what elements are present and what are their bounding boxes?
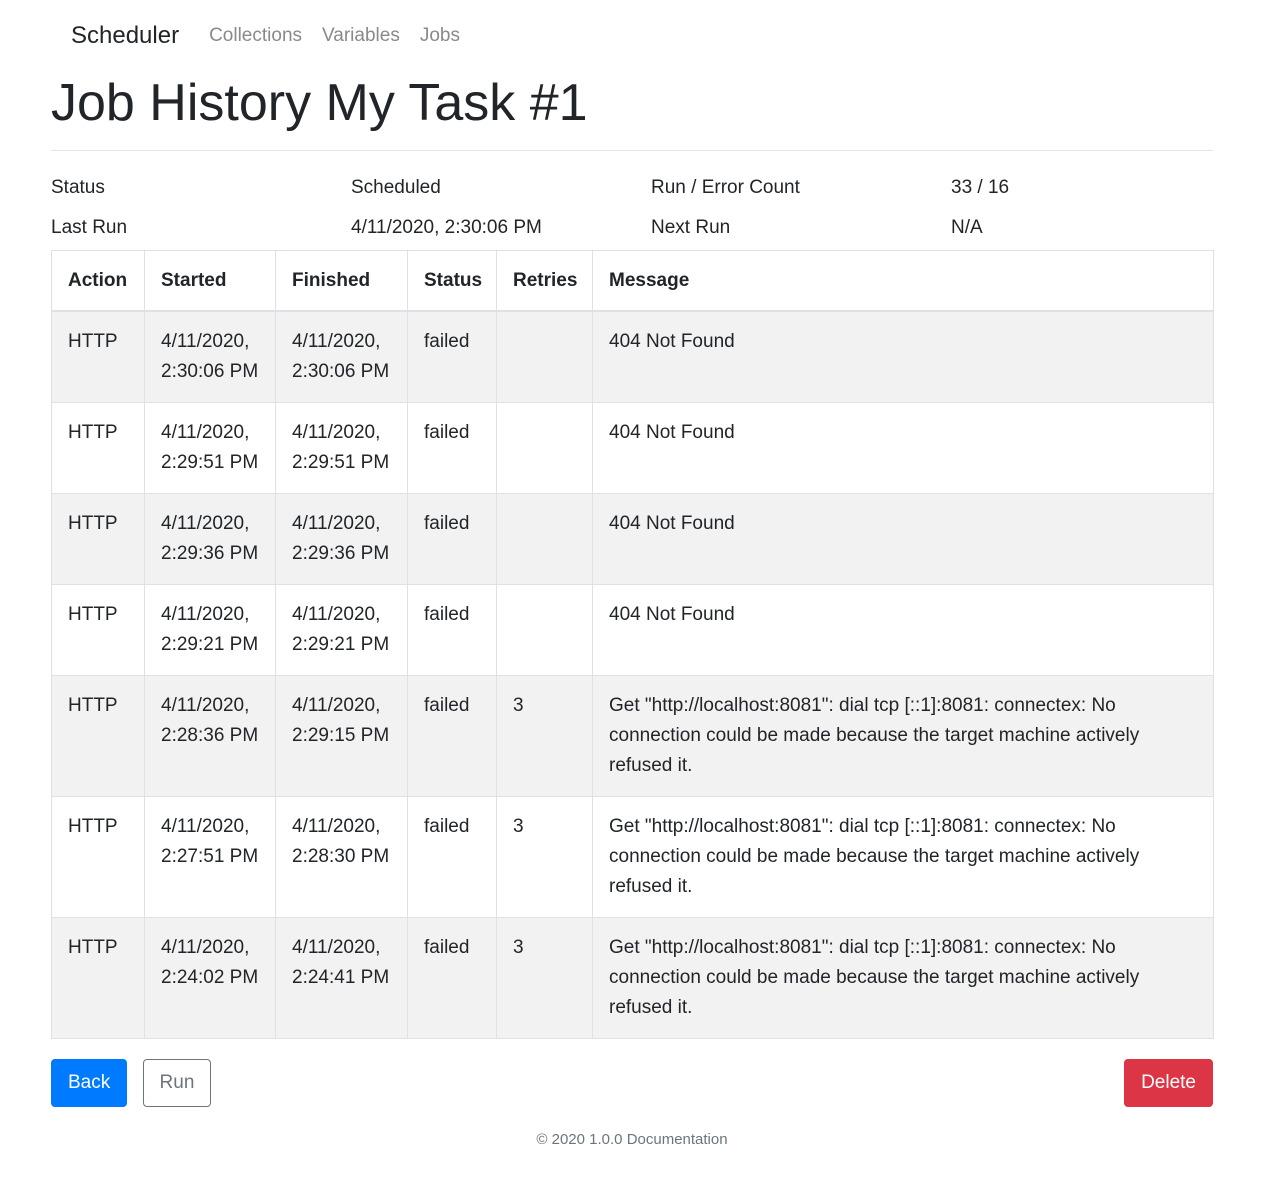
cell-message: Get "http://localhost:8081": dial tcp [:… — [592, 675, 1214, 797]
copyright-text: © 2020 1.0.0 — [536, 1131, 623, 1148]
table-row: HTTP 4/11/2020, 2:29:51 PM 4/11/2020, 2:… — [51, 402, 1214, 494]
cell-finished: 4/11/2020, 2:24:41 PM — [275, 917, 408, 1039]
run-button[interactable]: Run — [142, 1059, 212, 1107]
left-actions: Back Run — [51, 1059, 212, 1107]
cell-retries — [496, 493, 593, 585]
cell-message: 404 Not Found — [592, 493, 1214, 585]
footer: © 2020 1.0.0 Documentation — [51, 1131, 1213, 1148]
navbar: Scheduler Collections Variables Jobs — [51, 0, 1213, 72]
cell-started: 4/11/2020, 2:24:02 PM — [144, 917, 276, 1039]
cell-status: failed — [407, 493, 497, 585]
table-row: HTTP 4/11/2020, 2:27:51 PM 4/11/2020, 2:… — [51, 796, 1214, 918]
cell-retries — [496, 310, 593, 403]
page-title: Job History My Task #1 — [51, 74, 588, 132]
cell-finished: 4/11/2020, 2:29:51 PM — [275, 402, 408, 494]
documentation-link[interactable]: Documentation — [627, 1131, 728, 1148]
cell-action: HTTP — [51, 310, 145, 403]
column-header-status: Status — [407, 250, 497, 312]
status-value: Scheduled — [351, 177, 441, 198]
column-header-message: Message — [592, 250, 1214, 312]
cell-started: 4/11/2020, 2:29:51 PM — [144, 402, 276, 494]
cell-retries: 3 — [496, 917, 593, 1039]
run-error-count-value: 33 / 16 — [951, 177, 1010, 198]
back-button[interactable]: Back — [51, 1059, 128, 1107]
cell-started: 4/11/2020, 2:30:06 PM — [144, 310, 276, 403]
table-row: HTTP 4/11/2020, 2:24:02 PM 4/11/2020, 2:… — [51, 917, 1214, 1039]
cell-started: 4/11/2020, 2:29:36 PM — [144, 493, 276, 585]
cell-action: HTTP — [51, 675, 145, 797]
column-header-started: Started — [144, 250, 276, 312]
column-header-finished: Finished — [275, 250, 408, 312]
cell-finished: 4/11/2020, 2:30:06 PM — [275, 310, 408, 403]
cell-finished: 4/11/2020, 2:29:36 PM — [275, 493, 408, 585]
delete-button[interactable]: Delete — [1124, 1059, 1213, 1107]
table-header-row: Action Started Finished Status Retries M… — [51, 250, 1214, 312]
cell-retries: 3 — [496, 675, 593, 797]
cell-message: Get "http://localhost:8081": dial tcp [:… — [592, 917, 1214, 1039]
divider — [51, 150, 1213, 151]
cell-finished: 4/11/2020, 2:28:30 PM — [275, 796, 408, 918]
action-bar: Back Run Delete — [51, 1059, 1213, 1107]
table-row: HTTP 4/11/2020, 2:28:36 PM 4/11/2020, 2:… — [51, 675, 1214, 797]
cell-action: HTTP — [51, 796, 145, 918]
cell-retries — [496, 584, 593, 676]
column-header-action: Action — [51, 250, 145, 312]
table-row: HTTP 4/11/2020, 2:30:06 PM 4/11/2020, 2:… — [51, 310, 1214, 403]
cell-retries: 3 — [496, 796, 593, 918]
nav-link-collections[interactable]: Collections — [209, 25, 302, 47]
navbar-brand[interactable]: Scheduler — [71, 22, 179, 50]
cell-retries — [496, 402, 593, 494]
cell-status: failed — [407, 675, 497, 797]
cell-message: Get "http://localhost:8081": dial tcp [:… — [592, 796, 1214, 918]
cell-message: 404 Not Found — [592, 402, 1214, 494]
cell-status: failed — [407, 917, 497, 1039]
cell-action: HTTP — [51, 917, 145, 1039]
job-history-table: Action Started Finished Status Retries M… — [51, 250, 1214, 1039]
status-label: Status — [51, 177, 105, 198]
last-run-value: 4/11/2020, 2:30:06 PM — [351, 217, 542, 238]
job-summary: Status Scheduled Run / Error Count 33 / … — [51, 170, 1213, 250]
cell-status: failed — [407, 584, 497, 676]
cell-started: 4/11/2020, 2:28:36 PM — [144, 675, 276, 797]
cell-message: 404 Not Found — [592, 310, 1214, 403]
cell-action: HTTP — [51, 493, 145, 585]
cell-action: HTTP — [51, 402, 145, 494]
table-row: HTTP 4/11/2020, 2:29:21 PM 4/11/2020, 2:… — [51, 584, 1214, 676]
nav-link-variables[interactable]: Variables — [322, 25, 400, 47]
next-run-label: Next Run — [651, 217, 731, 238]
cell-started: 4/11/2020, 2:29:21 PM — [144, 584, 276, 676]
cell-finished: 4/11/2020, 2:29:15 PM — [275, 675, 408, 797]
nav-link-jobs[interactable]: Jobs — [420, 25, 460, 47]
cell-message: 404 Not Found — [592, 584, 1214, 676]
next-run-value: N/A — [951, 217, 983, 238]
last-run-label: Last Run — [51, 217, 128, 238]
cell-status: failed — [407, 796, 497, 918]
cell-started: 4/11/2020, 2:27:51 PM — [144, 796, 276, 918]
column-header-retries: Retries — [496, 250, 593, 312]
run-error-count-label: Run / Error Count — [651, 177, 800, 198]
cell-finished: 4/11/2020, 2:29:21 PM — [275, 584, 408, 676]
table-row: HTTP 4/11/2020, 2:29:36 PM 4/11/2020, 2:… — [51, 493, 1214, 585]
cell-action: HTTP — [51, 584, 145, 676]
cell-status: failed — [407, 402, 497, 494]
cell-status: failed — [407, 310, 497, 403]
